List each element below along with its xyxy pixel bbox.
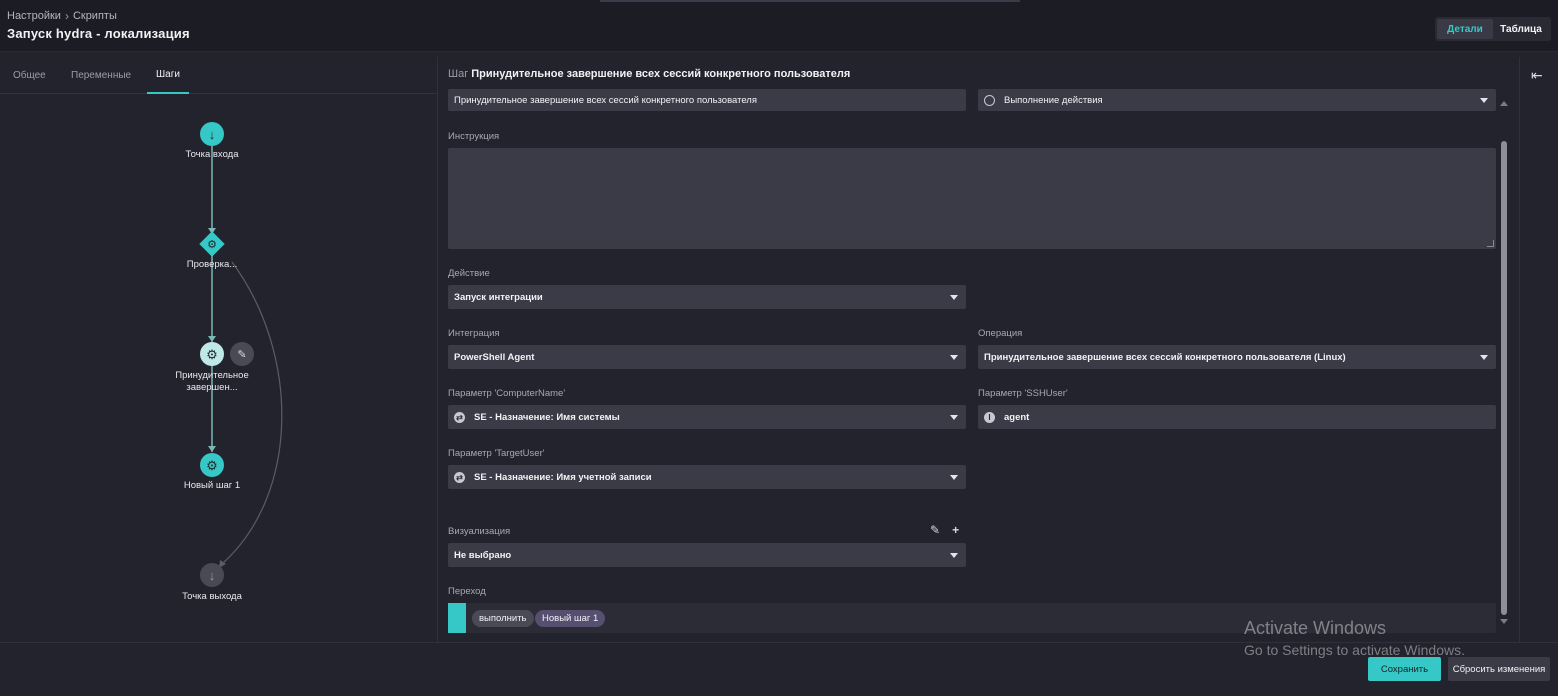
left-tabs: Общее Переменные Шаги [0, 57, 438, 94]
tab-variables[interactable]: Переменные [71, 57, 131, 94]
step-type-select[interactable]: Выполнение действия [978, 89, 1496, 111]
collapse-panel-icon[interactable]: ⇤ [1531, 67, 1543, 84]
integration-value: PowerShell Agent [454, 351, 535, 363]
node-forced-label: Принудительное завершен... [152, 370, 272, 394]
breadcrumb: Настройки › Скрипты [7, 9, 117, 23]
node-new-step[interactable]: ⚙ [200, 453, 224, 477]
flow-edges [208, 146, 283, 568]
node-entry-label: Точка входа [185, 149, 239, 160]
node-exit[interactable]: ↓ [200, 563, 224, 587]
node-forced-label-line1: Принудительное [175, 370, 249, 381]
tab-general[interactable]: Общее [13, 57, 46, 94]
param-computer-label: Параметр 'ComputerName' [448, 388, 566, 399]
chevron-down-icon [1480, 98, 1488, 103]
step-details-panel: Шаг Принудительное завершение всех сессий… [439, 57, 1519, 642]
chevron-down-icon [950, 475, 958, 480]
action-value: Запуск интеграции [454, 291, 543, 303]
chevron-down-icon [950, 295, 958, 300]
app-root: Настройки › Скрипты Запуск hydra - локал… [0, 0, 1558, 696]
instruction-textarea[interactable] [448, 148, 1496, 249]
resize-grip-icon[interactable] [1487, 240, 1494, 247]
node-entry[interactable]: ↓ [200, 122, 224, 146]
chevron-down-icon [1480, 355, 1488, 360]
flow-canvas[interactable]: ↓ Точка входа ⚙ Проверка... ⚙ ✎ Принудит… [0, 94, 438, 642]
scrollbar[interactable] [1500, 97, 1508, 632]
gear-icon: ⚙ [206, 346, 218, 362]
action-select[interactable]: Запуск интеграции [448, 285, 966, 309]
param-computer-select[interactable]: ⇄ SE - Назначение: Имя системы [448, 405, 966, 429]
gear-icon: ⚙ [207, 238, 217, 251]
param-sshuser-value: agent [1004, 411, 1030, 423]
visualization-select[interactable]: Не выбрано [448, 543, 966, 567]
text-value-icon: I [984, 411, 995, 423]
param-target-value: SE - Назначение: Имя учетной записи [474, 471, 652, 483]
header: Настройки › Скрипты Запуск hydra - локал… [0, 0, 1558, 52]
gear-icon: ⚙ [206, 457, 218, 473]
chevron-down-icon [950, 355, 958, 360]
breadcrumb-scripts[interactable]: Скрипты [73, 10, 117, 22]
node-exit-label: Точка выхода [182, 591, 242, 602]
step-name-field[interactable]: Принудительное завершение всех сессий ко… [448, 89, 966, 111]
node-new-step-label: Новый шаг 1 [183, 480, 241, 491]
step-title-prefix: Шаг [448, 68, 469, 80]
operation-label: Операция [978, 328, 1023, 339]
step-title-text: Принудительное завершение всех сессий ко… [471, 68, 851, 80]
circle-outline-icon [984, 94, 995, 106]
operation-value: Принудительное завершение всех сессий ко… [984, 351, 1346, 363]
chevron-right-icon: › [64, 9, 69, 23]
view-table-button[interactable]: Таблица [1493, 19, 1549, 39]
transition-action-pill[interactable]: выполнить [472, 610, 534, 627]
arrow-down-icon: ↓ [208, 567, 216, 583]
scroll-down-icon[interactable] [1500, 619, 1508, 624]
scrollbar-thumb[interactable] [1501, 141, 1507, 615]
arrow-down-icon: ↓ [208, 126, 216, 142]
watermark-line1: Activate Windows [1244, 618, 1387, 638]
visualization-tools: ✎ + [930, 523, 959, 537]
activate-windows-watermark: Activate Windows Go to Settings to activ… [1244, 618, 1465, 658]
param-computer-value: SE - Назначение: Имя системы [474, 411, 620, 423]
save-button[interactable]: Сохранить [1368, 657, 1441, 681]
instruction-label: Инструкция [448, 131, 500, 142]
chevron-down-icon [950, 553, 958, 558]
left-panel: Общее Переменные Шаги ↓ Точка входа ⚙ Пр… [0, 57, 438, 642]
transition-target-pill[interactable]: Новый шаг 1 [535, 610, 606, 627]
edge-arrow [208, 446, 216, 452]
step-title: Шаг Принудительное завершение всех сессий… [448, 68, 850, 80]
breadcrumb-settings[interactable]: Настройки [7, 10, 61, 22]
operation-select[interactable]: Принудительное завершение всех сессий ко… [978, 345, 1496, 369]
reset-changes-button[interactable]: Сбросить изменения [1448, 657, 1550, 681]
param-sshuser-input[interactable]: I agent [978, 405, 1496, 429]
node-forced[interactable]: ⚙ [200, 342, 224, 366]
variable-icon: ⇄ [454, 471, 465, 483]
scroll-up-icon[interactable] [1500, 101, 1508, 106]
transition-accent-bar [448, 603, 466, 633]
plus-icon[interactable]: + [952, 523, 959, 537]
param-target-label: Параметр 'TargetUser' [448, 448, 545, 459]
edge-check-exit [221, 261, 283, 565]
param-target-select[interactable]: ⇄ SE - Назначение: Имя учетной записи [448, 465, 966, 489]
transition-label: Переход [448, 586, 486, 597]
watermark-line2: Go to Settings to activate Windows. [1244, 642, 1465, 658]
view-switch: Детали Таблица [1435, 17, 1551, 41]
visualization-label: Визуализация [448, 526, 511, 537]
view-details-button[interactable]: Детали [1437, 19, 1493, 39]
node-check-label: Проверка... [186, 259, 238, 270]
page-title: Запуск hydra - локализация [7, 26, 190, 41]
pencil-icon[interactable]: ✎ [930, 523, 940, 537]
variable-icon: ⇄ [454, 411, 465, 423]
chevron-down-icon [950, 415, 958, 420]
integration-label: Интеграция [448, 328, 500, 339]
step-type-value: Выполнение действия [1004, 94, 1103, 106]
visualization-value: Не выбрано [454, 549, 512, 561]
node-forced-label-line2: завершен... [186, 382, 238, 393]
side-rail: ⇤ [1519, 57, 1558, 642]
pencil-icon[interactable]: ✎ [230, 342, 254, 366]
param-sshuser-label: Параметр 'SSHUser' [978, 388, 1068, 399]
top-divider [600, 0, 1020, 2]
integration-select[interactable]: PowerShell Agent [448, 345, 966, 369]
action-label: Действие [448, 268, 490, 279]
tab-steps[interactable]: Шаги [147, 57, 189, 94]
